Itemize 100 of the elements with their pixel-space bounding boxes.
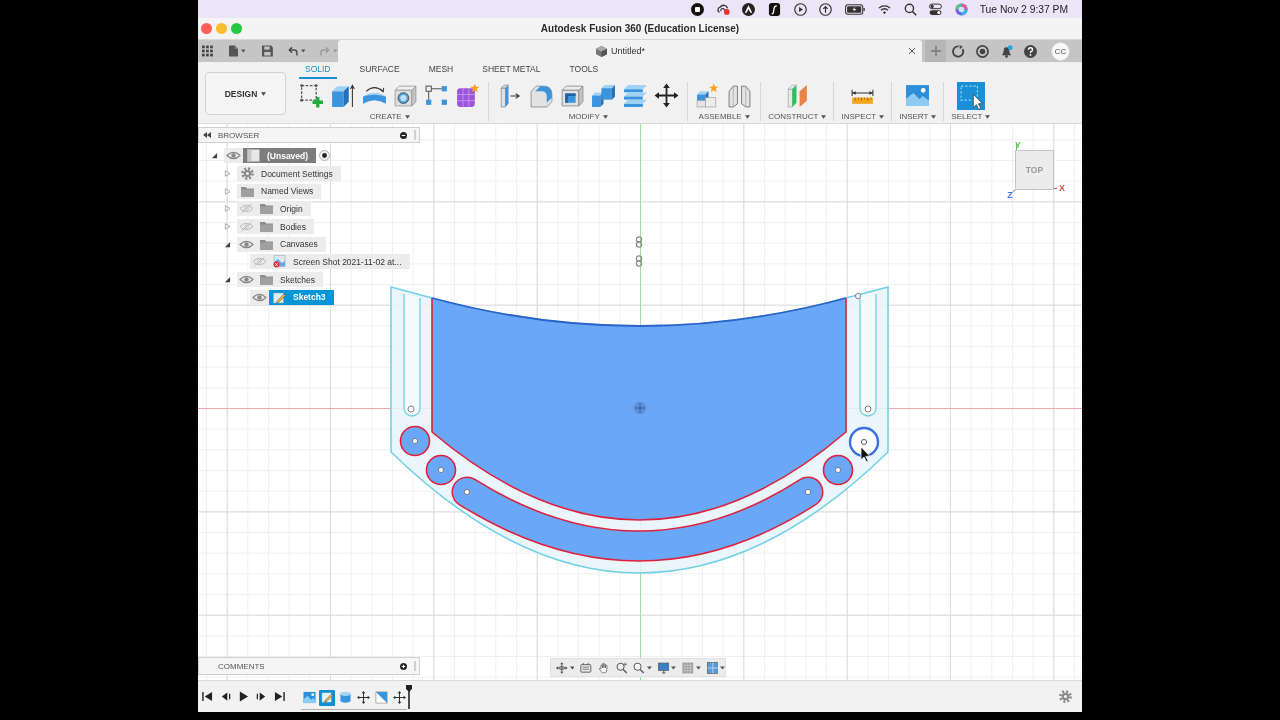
- close-icon[interactable]: [908, 47, 916, 55]
- two-cubes-icon[interactable]: [590, 83, 618, 108]
- bracket-pair-icon[interactable]: [726, 83, 754, 108]
- orbit-icon[interactable]: [556, 661, 568, 674]
- toolbar-tab[interactable]: MESH: [422, 64, 460, 79]
- chain-link-icon[interactable]: [635, 236, 643, 248]
- tree-item[interactable]: Bodies: [256, 219, 314, 235]
- plus-icon: [930, 46, 941, 56]
- step-back-icon[interactable]: [220, 691, 231, 702]
- disclosure-triangle-icon[interactable]: [223, 240, 231, 248]
- caret-icon[interactable]: [301, 49, 306, 53]
- play-circle-icon[interactable]: [793, 2, 807, 16]
- monitor-icon[interactable]: [657, 661, 670, 674]
- tool-group-menu[interactable]: CREATE: [369, 112, 410, 121]
- disclosure-triangle-icon[interactable]: [210, 152, 218, 160]
- close-button[interactable]: [201, 23, 212, 34]
- caret-icon: [602, 114, 608, 119]
- sketch-point[interactable]: [407, 405, 415, 413]
- record-stop-icon[interactable]: [691, 2, 705, 16]
- play-icon[interactable]: [238, 691, 249, 702]
- upload-circle-icon[interactable]: [819, 2, 833, 16]
- skip-to-start-icon[interactable]: [202, 691, 213, 702]
- tree-item[interactable]: Sketches: [256, 272, 323, 288]
- search-icon[interactable]: [903, 2, 917, 16]
- sketch-profile[interactable]: [431, 297, 847, 521]
- tree-item[interactable]: (Unsaved): [243, 148, 317, 164]
- sketch-point[interactable]: [864, 405, 872, 413]
- bell-icon[interactable]: [1000, 44, 1013, 58]
- sketch-circle[interactable]: [399, 425, 431, 457]
- tool-group-menu[interactable]: CONSTRUCT: [768, 112, 827, 121]
- rounded-corner-icon[interactable]: [527, 83, 555, 108]
- radio-dot-icon[interactable]: [319, 150, 331, 162]
- caret-icon[interactable]: [569, 665, 575, 670]
- plus-circle-icon[interactable]: [400, 662, 407, 670]
- tool-group-menu[interactable]: INSPECT: [841, 112, 885, 121]
- eye-icon[interactable]: [224, 148, 243, 164]
- app-grid-icon[interactable]: [202, 45, 213, 57]
- picture-icon[interactable]: [904, 83, 932, 108]
- sketch-circle[interactable]: [822, 454, 854, 486]
- move-arrows-icon: [356, 691, 370, 704]
- timeline-feature[interactable]: [391, 689, 407, 706]
- drag-handle-icon[interactable]: [414, 130, 416, 140]
- caret-icon[interactable]: [720, 665, 725, 670]
- tree-item[interactable]: Origin: [256, 201, 311, 217]
- script-icon[interactable]: [767, 2, 781, 16]
- tree-item[interactable]: Document Settings: [237, 166, 341, 182]
- zoom-window-icon[interactable]: [633, 661, 645, 674]
- settings-icon[interactable]: [1059, 690, 1072, 703]
- undo-icon[interactable]: [287, 46, 299, 56]
- disclosure-triangle-icon[interactable]: [223, 276, 231, 284]
- timeline-feature[interactable]: [355, 689, 371, 706]
- caret-icon[interactable]: [695, 665, 701, 670]
- sketch-circle[interactable]: [425, 454, 457, 486]
- select-cursor-icon[interactable]: [956, 81, 985, 110]
- wifi-icon[interactable]: [878, 2, 892, 16]
- circular-arrow-icon[interactable]: [952, 44, 965, 58]
- toolbar-tab[interactable]: SURFACE: [353, 64, 406, 79]
- collapse-panel-icon[interactable]: [203, 132, 211, 138]
- hollow-cube-icon[interactable]: [559, 83, 587, 108]
- round-logo-icon[interactable]: [742, 2, 756, 16]
- tool-group-menu[interactable]: INSERT: [899, 112, 937, 121]
- help-icon[interactable]: [1024, 44, 1037, 58]
- battery-icon[interactable]: [844, 3, 866, 15]
- toolbar-tab[interactable]: TOOLS: [563, 64, 605, 79]
- tool-group-menu[interactable]: MODIFY: [568, 112, 608, 121]
- sketch-plus-icon[interactable]: [298, 83, 325, 108]
- save-icon[interactable]: [262, 45, 274, 57]
- cube-hole-icon[interactable]: [391, 83, 419, 108]
- skip-to-end-icon[interactable]: [274, 691, 285, 702]
- toggles-icon[interactable]: [929, 2, 943, 16]
- viewports-icon[interactable]: [706, 661, 719, 674]
- hand-icon[interactable]: [598, 661, 610, 674]
- tool-group-menu[interactable]: ASSEMBLE: [698, 112, 750, 121]
- account-avatar[interactable]: CC: [1051, 41, 1070, 61]
- toolbar-tab[interactable]: SHEET METAL: [476, 64, 547, 79]
- caret-icon[interactable]: [671, 665, 677, 670]
- eye-icon[interactable]: [237, 272, 256, 288]
- look-at-icon[interactable]: [580, 661, 593, 674]
- document-tab[interactable]: Untitled*: [338, 40, 922, 62]
- menu-bar-clock[interactable]: Tue Nov 2 9:37 PM: [979, 3, 1068, 15]
- step-forward-icon[interactable]: [256, 691, 267, 702]
- chain-link-icon[interactable]: [635, 255, 643, 267]
- clock-icon[interactable]: [976, 44, 989, 58]
- timeline-marker[interactable]: [405, 684, 413, 709]
- sketch-point[interactable]: [854, 292, 862, 300]
- orb-icon[interactable]: [955, 2, 969, 16]
- move-arrows-icon[interactable]: [652, 83, 680, 108]
- caret-icon[interactable]: [646, 665, 652, 670]
- cloud-app-icon[interactable]: [716, 2, 730, 16]
- tool-group-menu[interactable]: SELECT: [951, 112, 991, 121]
- tree-item[interactable]: Screen Shot 2021-11-02 at...: [269, 254, 410, 270]
- minus-circle-icon[interactable]: [400, 131, 407, 139]
- highlighted-circle[interactable]: [848, 426, 880, 458]
- zoom-icon[interactable]: [615, 661, 628, 674]
- workspace-menu[interactable]: DESIGN: [205, 72, 286, 115]
- drag-handle-icon[interactable]: [414, 661, 416, 671]
- box-arrow-icon[interactable]: [329, 83, 357, 108]
- curved-slot[interactable]: [451, 476, 824, 562]
- file-icon[interactable]: [228, 45, 238, 57]
- caret-icon[interactable]: [240, 49, 246, 53]
